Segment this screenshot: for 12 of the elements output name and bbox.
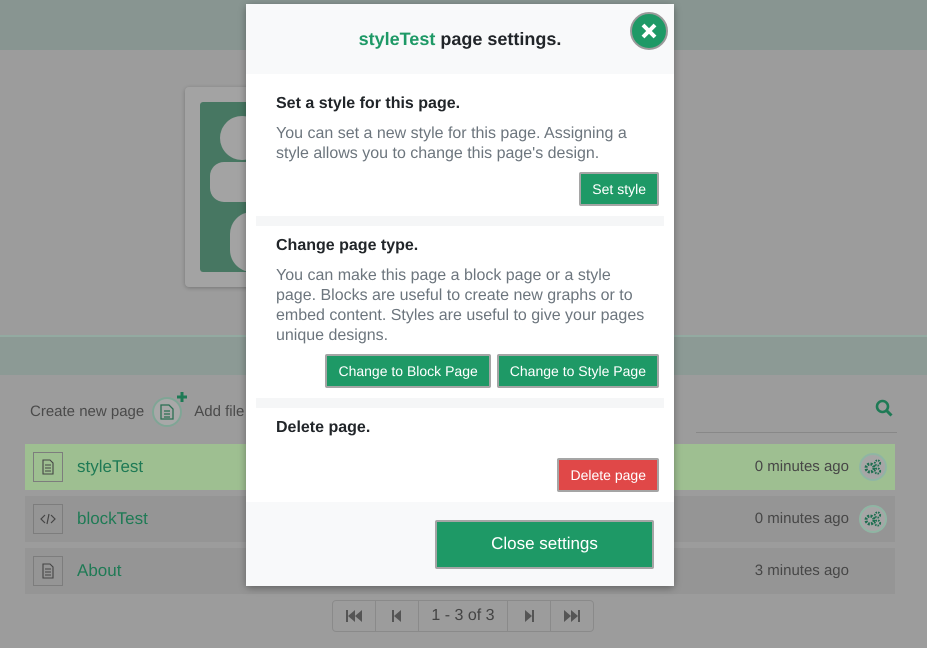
- page-time: 3 minutes ago: [754, 560, 849, 581]
- add-file-label: Add file: [194, 402, 244, 422]
- section-text: You can make this page a block page or a style page. Blocks are useful to create new graphs or to embed content. Styles are useful to give your pages unique designs.: [276, 266, 646, 346]
- section-heading: Set a style for this page.: [276, 94, 462, 114]
- page-time: 0 minutes ago: [754, 508, 849, 529]
- page-range: 1 - 3 of 3: [418, 600, 508, 632]
- section-heading: Delete page.: [276, 418, 372, 438]
- page-time: 0 minutes ago: [754, 456, 849, 477]
- section-heading: Change page type.: [276, 236, 420, 256]
- section-text: You can set a new style for this page. Assigning a style allows you to change this page's design.: [276, 124, 628, 164]
- dialog-title: styleTest page settings.: [358, 28, 562, 51]
- create-page-label: Create new page: [30, 402, 144, 422]
